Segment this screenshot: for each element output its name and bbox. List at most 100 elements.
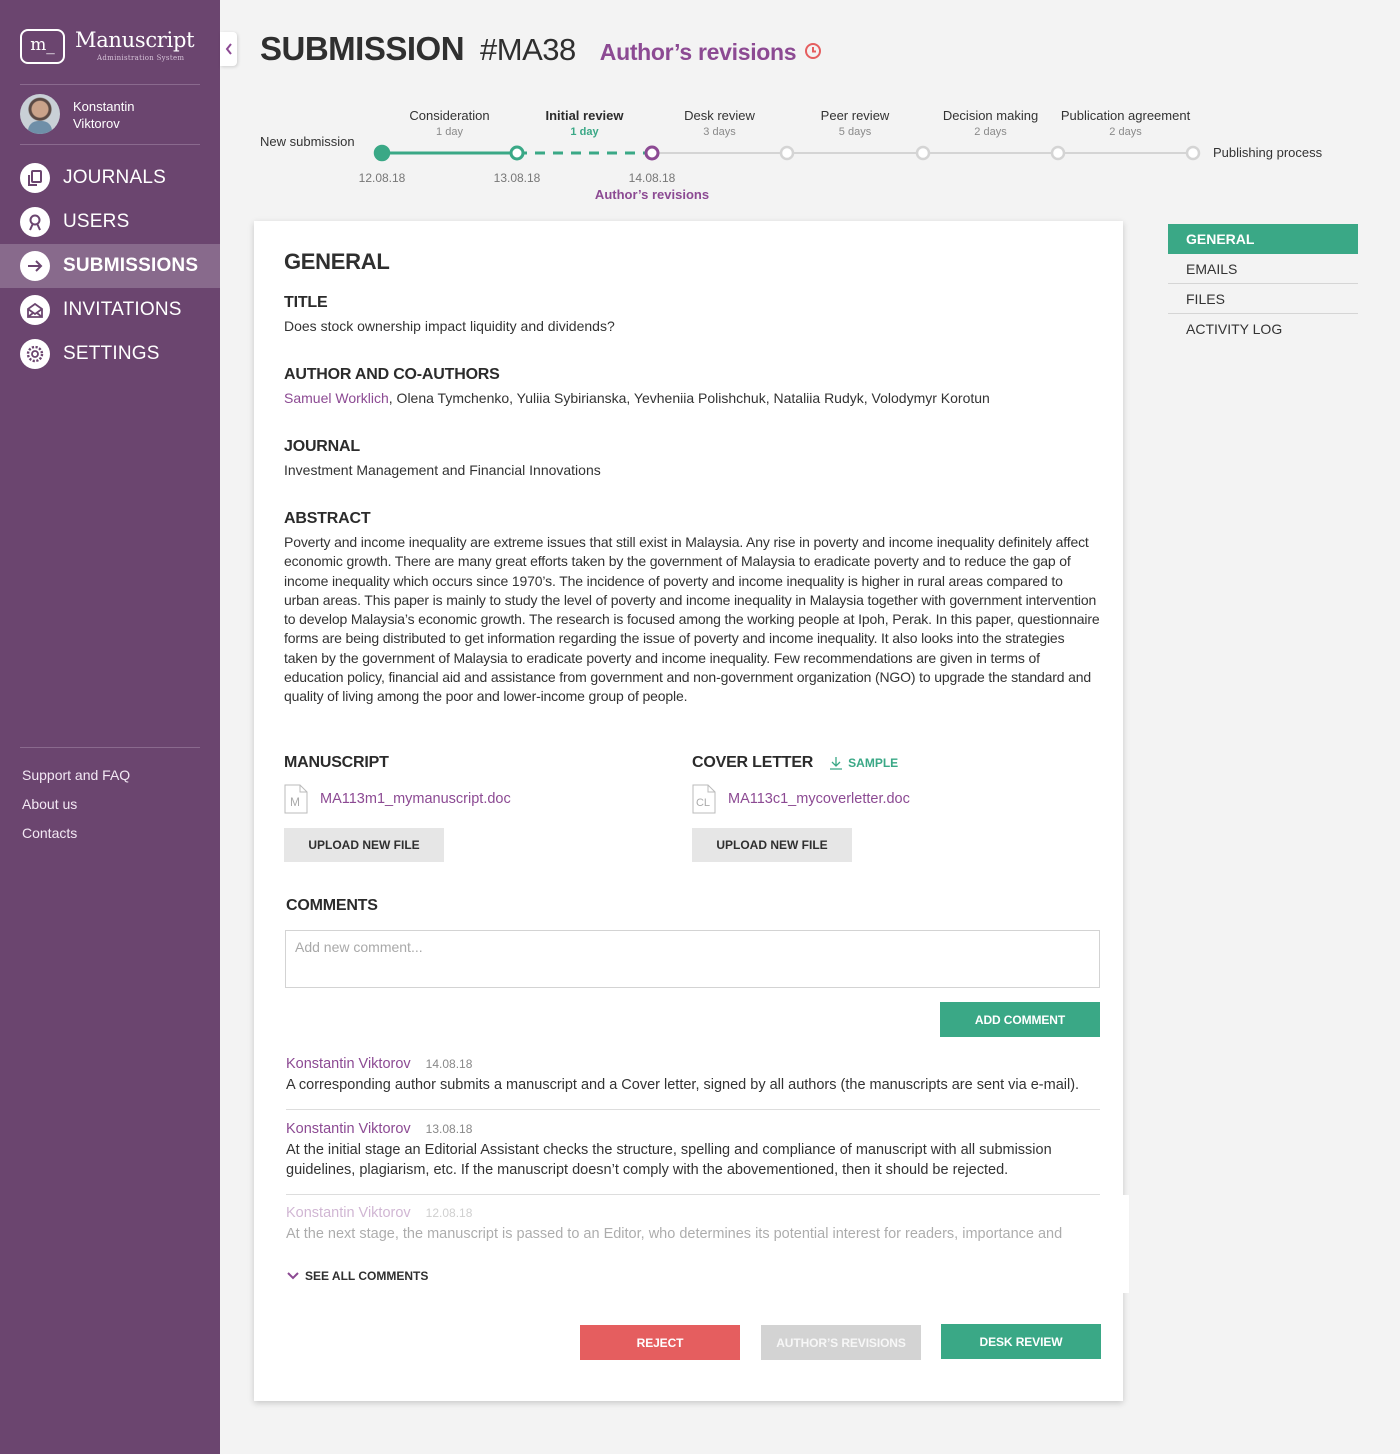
authors-revisions-button[interactable]: AUTHOR’S REVISIONS	[761, 1325, 921, 1360]
co-authors: , Olena Tymchenko, Yuliia Sybirianska, Y…	[388, 390, 990, 406]
stage-duration: 5 days	[838, 126, 872, 138]
timeline-stage: Peer review 5 days	[821, 108, 890, 138]
authors-field: AUTHOR AND CO-AUTHORS Samuel Worklich, O…	[284, 366, 1100, 408]
user-icon	[20, 207, 50, 237]
timeline-start-label: New submission	[260, 134, 355, 149]
comment-author[interactable]: Konstantin Viktorov	[286, 1056, 411, 1072]
timeline-stage: Publication agreement 2 days	[1061, 108, 1190, 138]
timeline-node	[1185, 145, 1201, 161]
timeline-date: 13.08.18	[493, 171, 541, 185]
reject-button[interactable]: REJECT	[580, 1325, 740, 1360]
cover-letter-label: COVER LETTER	[692, 754, 814, 771]
chevron-down-icon	[287, 1272, 299, 1280]
comments-scrollbar[interactable]	[1123, 1195, 1129, 1293]
stage-duration: 3 days	[703, 126, 736, 138]
upload-manuscript-button[interactable]: UPLOAD NEW FILE	[284, 828, 444, 862]
comment-text: At the initial stage an Editorial Assist…	[286, 1142, 1052, 1178]
sidebar-item-label: SETTINGS	[63, 343, 160, 364]
timeline-date: 12.08.18	[358, 171, 406, 185]
cover-letter-section: COVER LETTER SAMPLE CL MA113c1_mycoverle…	[692, 754, 1092, 862]
svg-text:CL: CL	[696, 797, 710, 809]
envelope-icon	[20, 295, 50, 325]
desk-review-button[interactable]: DESK REVIEW	[941, 1324, 1101, 1359]
title-field: TITLE Does stock ownership impact liquid…	[284, 294, 1100, 336]
download-icon	[830, 757, 843, 770]
comment-text: A corresponding author submits a manuscr…	[286, 1077, 1080, 1093]
comment-text: At the next stage, the manuscript is pas…	[286, 1226, 1063, 1242]
sidebar-item-label: USERS	[63, 211, 130, 232]
stage-name: Consideration	[409, 108, 490, 123]
abstract-value: Poverty and income inequality are extrem…	[284, 534, 1100, 705]
abstract-field: ABSTRACT Poverty and income inequality a…	[284, 510, 1100, 707]
arrow-right-icon	[20, 251, 50, 281]
timeline-track	[373, 144, 1201, 162]
stage-duration: 1 day	[570, 126, 599, 138]
timeline-stage: Consideration 1 day	[409, 108, 489, 138]
stage-name: Initial review	[545, 108, 624, 123]
comment-item: Konstantin Viktorov 14.08.18 A correspon…	[286, 1056, 1100, 1096]
timeline-node	[509, 145, 525, 161]
see-all-comments-button[interactable]: SEE ALL COMMENTS	[286, 1269, 428, 1283]
timeline-node	[915, 145, 931, 161]
document-icon: M	[284, 784, 308, 814]
comment-author[interactable]: Konstantin Viktorov	[286, 1121, 411, 1137]
stage-name: Desk review	[684, 108, 755, 123]
tab-files[interactable]: FILES	[1168, 284, 1358, 314]
stage-name: Publication agreement	[1060, 108, 1191, 123]
about-us-link[interactable]: About us	[22, 793, 130, 822]
comment-date: 12.08.18	[425, 1206, 473, 1220]
comment-divider	[286, 1109, 1100, 1110]
tab-emails[interactable]: EMAILS	[1168, 254, 1358, 284]
title-label: TITLE	[284, 294, 328, 311]
timeline-node	[779, 145, 795, 161]
comment-date: 13.08.18	[425, 1122, 473, 1136]
stage-duration: 2 days	[1109, 126, 1142, 138]
gear-icon	[20, 339, 50, 369]
timeline-stage: Desk review 3 days	[684, 108, 755, 138]
comment-item: Konstantin Viktorov 12.08.18 At the next…	[286, 1205, 1100, 1245]
authors-value: Samuel Worklich, Olena Tymchenko, Yuliia…	[284, 389, 1100, 408]
footer-links: Support and FAQ About us Contacts	[22, 764, 130, 851]
manuscript-section: MANUSCRIPT M MA113m1_mymanuscript.doc UP…	[284, 754, 684, 862]
journal-label: JOURNAL	[284, 438, 360, 455]
comment-input[interactable]	[285, 930, 1100, 988]
comment-author[interactable]: Konstantin Viktorov	[286, 1205, 411, 1221]
sidebar-item-settings[interactable]: SETTINGS	[0, 332, 220, 376]
sidebar: m_ Manuscript Administration System Kons…	[0, 0, 220, 1454]
sidebar-item-invitations[interactable]: INVITATIONS	[0, 288, 220, 332]
journal-value: Investment Management and Financial Inno…	[284, 462, 601, 478]
main-author-link[interactable]: Samuel Worklich	[284, 390, 389, 406]
add-comment-button[interactable]: ADD COMMENT	[940, 1002, 1100, 1037]
divider	[20, 747, 200, 748]
progress-timeline: New submission Publishing process Consid…	[0, 0, 1400, 210]
comment-divider	[286, 1194, 1100, 1195]
section-heading: GENERAL	[284, 249, 390, 274]
timeline-date: 14.08.18	[628, 171, 676, 185]
tab-activity-log[interactable]: ACTIVITY LOG	[1168, 314, 1358, 344]
timeline-node	[373, 144, 391, 162]
stage-name: Decision making	[942, 108, 1039, 123]
sidebar-item-submissions[interactable]: SUBMISSIONS	[0, 244, 220, 288]
upload-cover-letter-button[interactable]: UPLOAD NEW FILE	[692, 828, 852, 862]
timeline-stage: Decision making 2 days	[943, 108, 1038, 138]
timeline-node	[1050, 145, 1066, 161]
cover-letter-file-link[interactable]: MA113c1_mycoverletter.doc	[728, 791, 910, 807]
comment-item: Konstantin Viktorov 13.08.18 At the init…	[286, 1121, 1100, 1180]
sample-label: SAMPLE	[848, 756, 899, 770]
title-value: Does stock ownership impact liquidity an…	[284, 318, 615, 334]
support-faq-link[interactable]: Support and FAQ	[22, 764, 130, 793]
stage-duration: 1 day	[436, 126, 463, 138]
section-tabs: GENERAL EMAILS FILES ACTIVITY LOG	[1168, 224, 1358, 344]
stage-duration: 2 days	[974, 126, 1007, 138]
manuscript-file-link[interactable]: MA113m1_mymanuscript.doc	[320, 791, 511, 807]
contacts-link[interactable]: Contacts	[22, 822, 130, 851]
see-all-label: SEE ALL COMMENTS	[305, 1269, 429, 1283]
tab-general[interactable]: GENERAL	[1168, 224, 1358, 254]
submission-card: GENERAL TITLE Does stock ownership impac…	[254, 221, 1123, 1401]
download-sample-link[interactable]: SAMPLE	[829, 756, 898, 770]
journal-field: JOURNAL Investment Management and Financ…	[284, 438, 1100, 480]
authors-label: AUTHOR AND CO-AUTHORS	[284, 366, 500, 383]
timeline-end-label: Publishing process	[1213, 145, 1323, 160]
comments-label: COMMENTS	[286, 897, 378, 914]
sidebar-item-label: INVITATIONS	[63, 299, 182, 320]
